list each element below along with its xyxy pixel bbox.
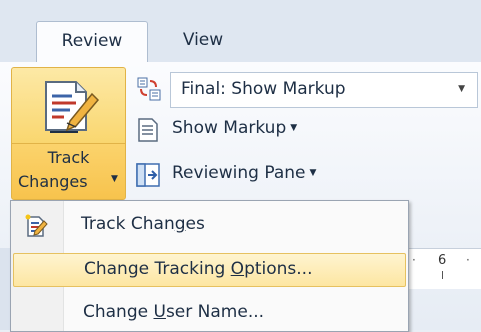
track-changes-icon (45, 81, 100, 133)
show-markup-label: Show Markup (172, 118, 287, 138)
markup-display-select[interactable]: Final: Show Markup ▼ (170, 72, 478, 108)
track-changes-label-line1: Track (47, 148, 90, 167)
menu-item-change-user-name[interactable]: Change User Name... (13, 297, 404, 329)
chevron-down-icon: ▼ (111, 174, 118, 184)
tab-view[interactable]: View (168, 21, 238, 62)
document-margin (0, 248, 10, 330)
menu-item-change-tracking-options[interactable]: Change Tracking Options... (13, 253, 406, 287)
show-markup-icon (138, 118, 158, 142)
menu-item-change-user-name-label: Change User Name... (83, 302, 265, 322)
tab-review[interactable]: Review (36, 21, 148, 64)
track-changes-small-icon (25, 214, 48, 237)
menu-item-track-changes-label: Track Changes (81, 214, 205, 234)
display-for-review-icon (137, 77, 161, 101)
menu-item-track-changes[interactable]: Track Changes (13, 209, 404, 241)
ruler-dot: · (466, 253, 470, 267)
ruler-number: 6 (438, 253, 447, 268)
horizontal-ruler: · 6 · (400, 248, 481, 289)
chevron-down-icon: ▼ (290, 123, 298, 133)
track-changes-button[interactable] (11, 67, 126, 144)
ruler-tick (442, 271, 443, 279)
menu-item-change-tracking-options-label: Change Tracking Options... (84, 259, 313, 279)
chevron-down-icon: ▼ (309, 168, 317, 178)
ribbon-tab-strip: Review View (0, 0, 481, 64)
markup-display-value: Final: Show Markup (181, 79, 346, 99)
ruler-dot: · (412, 253, 416, 267)
reviewing-pane-label: Reviewing Pane (172, 163, 306, 183)
track-changes-menu: Track Changes Change Tracking Options...… (10, 200, 409, 332)
show-markup-button[interactable]: Show Markup ▼ (172, 118, 297, 138)
track-changes-label-line2: Changes (18, 172, 88, 191)
track-changes-dropdown[interactable]: Track Changes ▼ (11, 143, 126, 200)
reviewing-pane-button[interactable]: Reviewing Pane ▼ (172, 163, 316, 183)
chevron-down-icon: ▼ (458, 84, 465, 94)
reviewing-pane-icon (136, 163, 160, 187)
